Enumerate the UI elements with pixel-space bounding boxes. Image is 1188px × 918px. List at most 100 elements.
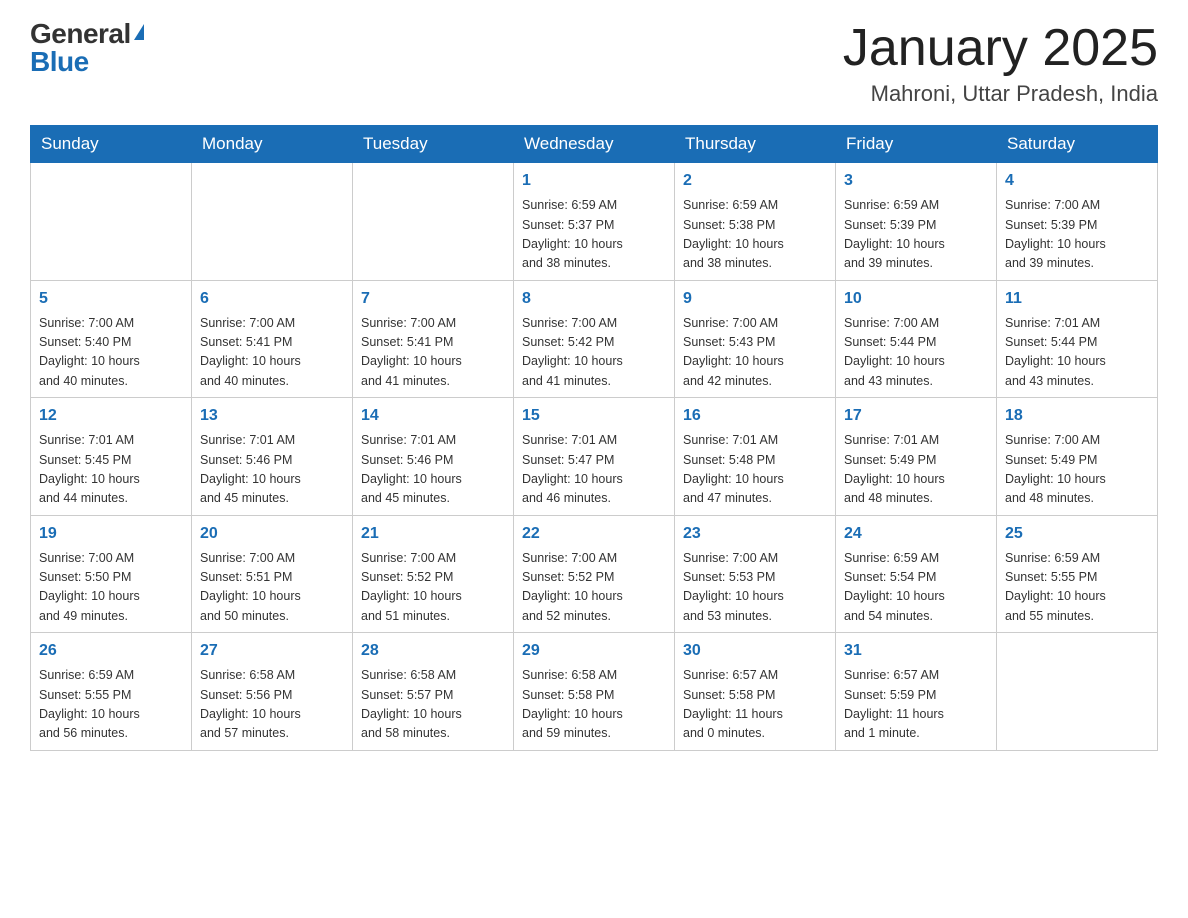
day-number: 15	[522, 404, 666, 428]
day-info: Sunrise: 7:00 AM Sunset: 5:41 PM Dayligh…	[200, 314, 344, 392]
day-number: 14	[361, 404, 505, 428]
day-number: 4	[1005, 169, 1149, 193]
logo-general-text: General	[30, 20, 131, 48]
title-section: January 2025 Mahroni, Uttar Pradesh, Ind…	[843, 20, 1158, 107]
calendar-day-header: Friday	[836, 126, 997, 163]
day-info: Sunrise: 6:57 AM Sunset: 5:58 PM Dayligh…	[683, 666, 827, 744]
day-info: Sunrise: 6:59 AM Sunset: 5:37 PM Dayligh…	[522, 196, 666, 274]
calendar-day-cell: 8 Sunrise: 7:00 AM Sunset: 5:42 PM Daylig…	[514, 280, 675, 398]
calendar-day-cell: 26Sunrise: 6:59 AM Sunset: 5:55 PM Dayli…	[31, 633, 192, 751]
day-number: 3	[844, 169, 988, 193]
day-info: Sunrise: 6:58 AM Sunset: 5:57 PM Dayligh…	[361, 666, 505, 744]
calendar-day-cell: 11 Sunrise: 7:01 AM Sunset: 5:44 PM Dayli…	[997, 280, 1158, 398]
day-number: 2	[683, 169, 827, 193]
calendar-day-cell: 17 Sunrise: 7:01 AM Sunset: 5:49 PM Dayli…	[836, 398, 997, 516]
calendar-day-cell: 29Sunrise: 6:58 AM Sunset: 5:58 PM Dayli…	[514, 633, 675, 751]
day-info: Sunrise: 7:01 AM Sunset: 5:45 PM Dayligh…	[39, 431, 183, 509]
day-info: Sunrise: 7:00 AM Sunset: 5:43 PM Dayligh…	[683, 314, 827, 392]
calendar-day-cell: 28 Sunrise: 6:58 AM Sunset: 5:57 PM Dayli…	[353, 633, 514, 751]
day-number: 21	[361, 522, 505, 546]
calendar-day-cell: 19 Sunrise: 7:00 AM Sunset: 5:50 PM Dayli…	[31, 515, 192, 633]
month-year-title: January 2025	[843, 20, 1158, 77]
day-number: 23	[683, 522, 827, 546]
day-info: Sunrise: 7:00 AM Sunset: 5:52 PM Dayligh…	[522, 549, 666, 627]
day-number: 16	[683, 404, 827, 428]
calendar-day-cell: 14 Sunrise: 7:01 AM Sunset: 5:46 PM Dayli…	[353, 398, 514, 516]
day-info: Sunrise: 7:00 AM Sunset: 5:50 PM Dayligh…	[39, 549, 183, 627]
calendar-week-row: 19 Sunrise: 7:00 AM Sunset: 5:50 PM Dayli…	[31, 515, 1158, 633]
day-number: 18	[1005, 404, 1149, 428]
calendar-day-cell: 10Sunrise: 7:00 AM Sunset: 5:44 PM Dayli…	[836, 280, 997, 398]
calendar-header-row: SundayMondayTuesdayWednesdayThursdayFrid…	[31, 126, 1158, 163]
day-number: 17	[844, 404, 988, 428]
calendar-day-cell: 6 Sunrise: 7:00 AM Sunset: 5:41 PM Daylig…	[192, 280, 353, 398]
day-number: 24	[844, 522, 988, 546]
calendar-day-cell: 30 Sunrise: 6:57 AM Sunset: 5:58 PM Dayli…	[675, 633, 836, 751]
calendar-day-cell: 21 Sunrise: 7:00 AM Sunset: 5:52 PM Dayli…	[353, 515, 514, 633]
day-number: 12	[39, 404, 183, 428]
calendar-day-cell: 5Sunrise: 7:00 AM Sunset: 5:40 PM Daylig…	[31, 280, 192, 398]
calendar-day-cell: 2Sunrise: 6:59 AM Sunset: 5:38 PM Daylig…	[675, 163, 836, 281]
calendar-day-header: Monday	[192, 126, 353, 163]
day-info: Sunrise: 6:58 AM Sunset: 5:56 PM Dayligh…	[200, 666, 344, 744]
day-info: Sunrise: 6:59 AM Sunset: 5:39 PM Dayligh…	[844, 196, 988, 274]
day-info: Sunrise: 6:59 AM Sunset: 5:54 PM Dayligh…	[844, 549, 988, 627]
logo-triangle-icon	[134, 24, 144, 40]
day-number: 10	[844, 287, 988, 311]
day-number: 19	[39, 522, 183, 546]
calendar-day-cell: 16Sunrise: 7:01 AM Sunset: 5:48 PM Dayli…	[675, 398, 836, 516]
day-info: Sunrise: 6:59 AM Sunset: 5:55 PM Dayligh…	[1005, 549, 1149, 627]
day-info: Sunrise: 7:00 AM Sunset: 5:42 PM Dayligh…	[522, 314, 666, 392]
calendar-day-cell: 7 Sunrise: 7:00 AM Sunset: 5:41 PM Daylig…	[353, 280, 514, 398]
day-number: 7	[361, 287, 505, 311]
calendar-day-cell: 15Sunrise: 7:01 AM Sunset: 5:47 PM Dayli…	[514, 398, 675, 516]
calendar-day-header: Thursday	[675, 126, 836, 163]
calendar-day-cell: 31Sunrise: 6:57 AM Sunset: 5:59 PM Dayli…	[836, 633, 997, 751]
day-number: 26	[39, 639, 183, 663]
day-number: 20	[200, 522, 344, 546]
day-info: Sunrise: 7:00 AM Sunset: 5:53 PM Dayligh…	[683, 549, 827, 627]
day-info: Sunrise: 7:01 AM Sunset: 5:46 PM Dayligh…	[361, 431, 505, 509]
day-info: Sunrise: 6:58 AM Sunset: 5:58 PM Dayligh…	[522, 666, 666, 744]
day-info: Sunrise: 7:00 AM Sunset: 5:41 PM Dayligh…	[361, 314, 505, 392]
logo: General Blue	[30, 20, 144, 76]
calendar-table: SundayMondayTuesdayWednesdayThursdayFrid…	[30, 125, 1158, 751]
calendar-day-cell	[31, 163, 192, 281]
day-number: 28	[361, 639, 505, 663]
calendar-day-cell: 4 Sunrise: 7:00 AM Sunset: 5:39 PM Daylig…	[997, 163, 1158, 281]
day-number: 11	[1005, 287, 1149, 311]
day-info: Sunrise: 6:57 AM Sunset: 5:59 PM Dayligh…	[844, 666, 988, 744]
day-info: Sunrise: 7:01 AM Sunset: 5:46 PM Dayligh…	[200, 431, 344, 509]
day-info: Sunrise: 7:00 AM Sunset: 5:51 PM Dayligh…	[200, 549, 344, 627]
day-number: 5	[39, 287, 183, 311]
day-number: 8	[522, 287, 666, 311]
calendar-day-cell: 22 Sunrise: 7:00 AM Sunset: 5:52 PM Dayli…	[514, 515, 675, 633]
day-number: 30	[683, 639, 827, 663]
calendar-week-row: 12 Sunrise: 7:01 AM Sunset: 5:45 PM Dayli…	[31, 398, 1158, 516]
calendar-day-cell: 25Sunrise: 6:59 AM Sunset: 5:55 PM Dayli…	[997, 515, 1158, 633]
calendar-day-cell: 12 Sunrise: 7:01 AM Sunset: 5:45 PM Dayli…	[31, 398, 192, 516]
calendar-day-header: Sunday	[31, 126, 192, 163]
day-number: 22	[522, 522, 666, 546]
calendar-week-row: 1 Sunrise: 6:59 AM Sunset: 5:37 PM Daylig…	[31, 163, 1158, 281]
calendar-day-header: Wednesday	[514, 126, 675, 163]
calendar-day-cell: 20 Sunrise: 7:00 AM Sunset: 5:51 PM Dayli…	[192, 515, 353, 633]
day-info: Sunrise: 7:01 AM Sunset: 5:44 PM Dayligh…	[1005, 314, 1149, 392]
calendar-day-cell: 13 Sunrise: 7:01 AM Sunset: 5:46 PM Dayli…	[192, 398, 353, 516]
day-info: Sunrise: 7:00 AM Sunset: 5:49 PM Dayligh…	[1005, 431, 1149, 509]
calendar-day-cell	[353, 163, 514, 281]
day-number: 9	[683, 287, 827, 311]
calendar-day-cell: 9 Sunrise: 7:00 AM Sunset: 5:43 PM Daylig…	[675, 280, 836, 398]
logo-blue-text: Blue	[30, 48, 89, 76]
calendar-day-cell: 18 Sunrise: 7:00 AM Sunset: 5:49 PM Dayli…	[997, 398, 1158, 516]
calendar-day-cell: 3 Sunrise: 6:59 AM Sunset: 5:39 PM Daylig…	[836, 163, 997, 281]
day-info: Sunrise: 7:00 AM Sunset: 5:52 PM Dayligh…	[361, 549, 505, 627]
day-number: 6	[200, 287, 344, 311]
day-info: Sunrise: 7:00 AM Sunset: 5:39 PM Dayligh…	[1005, 196, 1149, 274]
day-number: 1	[522, 169, 666, 193]
day-info: Sunrise: 7:01 AM Sunset: 5:49 PM Dayligh…	[844, 431, 988, 509]
day-number: 13	[200, 404, 344, 428]
calendar-day-header: Saturday	[997, 126, 1158, 163]
day-number: 27	[200, 639, 344, 663]
calendar-day-header: Tuesday	[353, 126, 514, 163]
